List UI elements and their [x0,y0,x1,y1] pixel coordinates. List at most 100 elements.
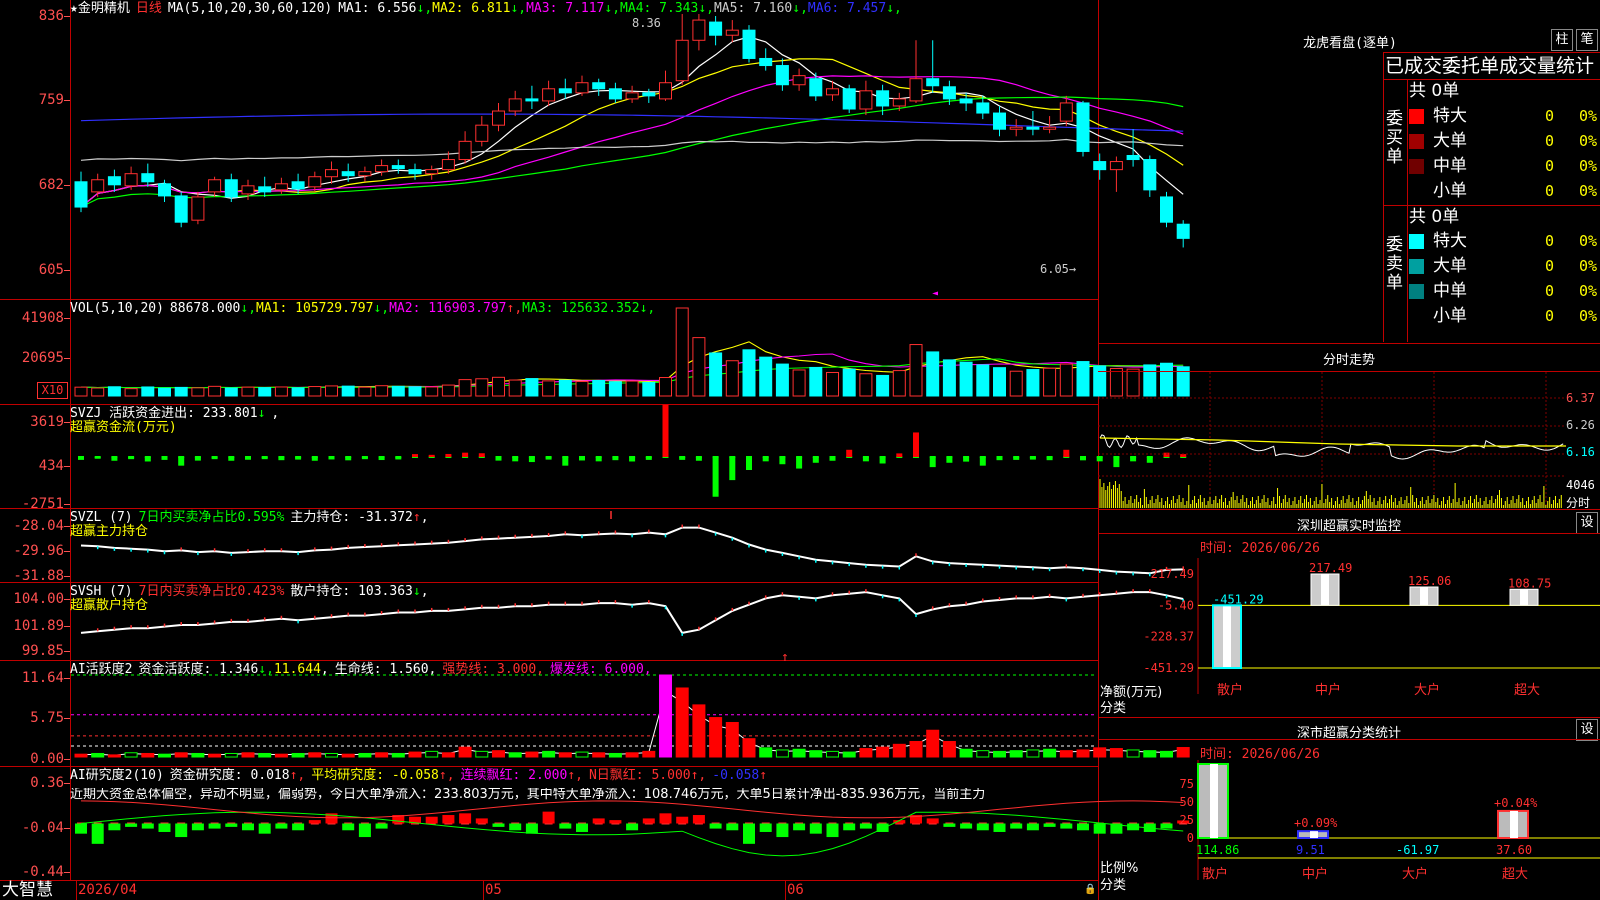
research-bar [576,823,588,832]
order-stats-header: 已成交委托单成交量统计 [1385,55,1595,77]
research-bar [425,816,438,824]
order-count: 0 [1545,157,1555,175]
activity-bar [759,747,773,758]
flow-bar [996,457,1003,461]
flow-bar [679,457,686,460]
bar-highlight [1510,810,1518,838]
order-count: 0 [1545,107,1555,125]
divider [0,880,1098,881]
bar-highlight [1210,764,1218,838]
activity-bar [625,752,639,758]
y-tick-label: -29.96 [13,543,64,559]
intraday-vol-tick: 4046 [1566,478,1595,492]
flow-bar [228,457,235,461]
candle [375,165,389,173]
y-tick-mark [64,551,70,552]
order-pct: 0% [1579,182,1598,200]
order-row[interactable]: 特大 0 0% [1409,230,1599,252]
vol-unit-box[interactable]: X10 [37,382,68,399]
activity-bar [675,687,689,758]
bottom-value-label: 37.60 [1496,843,1532,857]
y-tick-label: 0.00 [30,751,64,767]
order-row[interactable]: 特大 0 0% [1409,105,1599,127]
order-size-label: 特大 [1433,231,1467,251]
candle [826,88,839,96]
flow-bar [528,457,535,463]
y-tick-mark [64,872,70,873]
order-row[interactable]: 中单 0 0% [1409,155,1599,177]
vol-bar [876,374,890,397]
bottom-value-label: 114.86 [1196,843,1239,857]
order-size-label: 大单 [1433,131,1467,151]
candle [1043,126,1057,130]
lock-icon[interactable]: 🔒 [1084,884,1096,895]
activity-bar [942,741,956,758]
order-row[interactable]: 中单 0 0% [1409,280,1599,302]
brand-logo[interactable]: 大智慧 [2,881,53,899]
activity-bar [224,752,238,758]
sz-class-settings-button[interactable]: 设 [1576,719,1598,741]
candle [408,169,422,175]
order-row[interactable]: 小单 0 0% [1409,180,1599,202]
flow-bar [1080,457,1086,461]
order-row[interactable]: 大单 0 0% [1409,130,1599,152]
candle [1009,126,1023,130]
column-view-button[interactable]: 柱 [1551,29,1573,51]
y-tick-mark [64,678,70,679]
y-tick-label: 434 [38,458,64,474]
y-tick-label: 5.75 [30,710,64,726]
research-bar [208,823,221,829]
vol-bar [942,359,956,397]
y-tick-label: 101.89 [13,618,64,634]
activity-bar [124,752,138,758]
research-bar [809,823,822,834]
research-bar [859,823,872,829]
vol-bar [274,386,288,397]
divider [1098,343,1600,344]
activity-bar [291,752,305,758]
buy-total: 共 0单 [1409,81,1460,101]
activity-bar [158,753,171,758]
vol-bar [809,366,823,397]
activity-bar [659,674,672,758]
y-tick-label: 104.00 [13,591,64,607]
vol-bar [909,344,923,397]
activity-bar [508,752,522,758]
research-bar [1060,823,1073,829]
order-row[interactable]: 大单 0 0% [1409,255,1599,277]
brush-view-button[interactable]: 笔 [1576,29,1598,51]
y-tick-label: 20695 [21,350,64,366]
activity-bar [642,750,656,758]
intraday-tick: 6.16 [1566,445,1595,459]
candle [859,90,873,110]
candlestick-chart[interactable] [71,14,1190,298]
flow-bar [612,457,619,461]
candle [341,171,355,177]
research-bar [525,823,538,834]
vol-bar [358,386,372,397]
activity-bar [91,752,105,758]
vol-bar [558,379,572,397]
sz-monitor-settings-button[interactable]: 设 [1576,512,1598,534]
research-bar [442,815,455,824]
research-bar [960,823,973,829]
svzj-chart [78,404,1187,497]
candle [993,112,1006,130]
flow-bar [478,453,485,457]
research-bar [1026,823,1039,831]
x-tick-label: 06 [787,882,804,898]
y-tick-mark [64,828,70,829]
y-tick-mark [64,718,70,719]
intraday-chart[interactable] [1098,372,1600,508]
candle [1059,102,1073,122]
activity-bar [959,748,973,758]
order-row[interactable]: 小单 0 0% [1409,305,1599,327]
marker-icon: ◄ [932,288,939,299]
activity-bar [208,753,222,758]
sz-class-chart: 75 50 25 0114.86 散户 +0.09% 9.51 中户 -61.97 大户 +0.04… [1180,760,1600,882]
research-bar [292,823,305,831]
low-price-label: 6.05→ [1040,262,1077,276]
activity-bar [475,750,489,758]
vol-bar [224,387,238,397]
activity-bar [141,752,155,758]
